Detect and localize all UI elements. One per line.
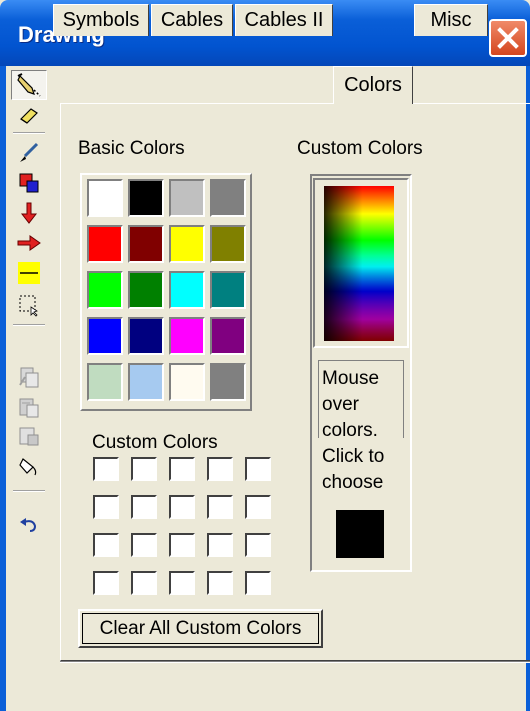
eraser-icon [20,108,38,124]
custom-color-slot[interactable] [245,457,271,481]
color-swap-icon [19,173,39,193]
window-frame-left [0,66,6,711]
tool-eraser[interactable] [11,100,47,130]
tool-line[interactable] [11,258,47,288]
tool-arrow-down[interactable] [11,198,47,228]
custom-color-slot[interactable] [131,495,157,519]
custom-color-slot[interactable] [169,457,195,481]
tool-color-swap[interactable] [11,168,47,198]
tool-arrow-right[interactable] [11,228,47,258]
basic-color-swatch[interactable] [169,179,205,217]
drawing-window: Drawing [0,0,530,711]
tab-label: Cables [160,9,224,31]
basic-color-swatch[interactable] [87,179,123,217]
clear-all-custom-colors-button[interactable]: Clear All Custom Colors [78,609,323,648]
arrow-right-icon [17,235,41,251]
close-icon [497,27,519,49]
custom-color-slot[interactable] [207,533,233,557]
tab-colors[interactable]: Colors [333,66,413,104]
toolbar-separator [13,324,45,326]
tab-label: Colors [344,74,402,96]
pen-icon [20,142,39,162]
basic-color-swatch[interactable] [210,363,246,401]
tab-label: Misc [430,9,472,31]
custom-color-slot[interactable] [245,533,271,557]
tab-cables[interactable]: Cables [151,4,233,36]
tool-page-layout[interactable] [11,422,47,452]
custom-color-slot[interactable] [93,495,119,519]
basic-color-swatch[interactable] [210,225,246,263]
custom-colors-spectrum-label: Custom Colors [297,138,423,159]
custom-color-slot[interactable] [131,571,157,595]
hint-line: choose [322,472,384,493]
tab-label: Cables II [244,9,324,31]
basic-color-swatch[interactable] [128,179,164,217]
custom-color-slot[interactable] [169,495,195,519]
hint-line: Mouse [322,368,380,389]
toolbar-separator [13,132,45,134]
custom-color-slot[interactable] [93,533,119,557]
custom-colors-label: Custom Colors [92,432,218,453]
clear-button-label: Clear All Custom Colors [99,617,302,639]
hint-line: over [322,394,359,415]
basic-color-swatch[interactable] [128,271,164,309]
custom-color-slot[interactable] [169,533,195,557]
custom-color-slot[interactable] [245,495,271,519]
page-layout-icon [19,427,39,446]
basic-color-swatch[interactable] [210,317,246,355]
line-icon [18,262,40,284]
tool-pen[interactable] [11,138,47,168]
paste-drawing-icon [19,398,39,418]
basic-color-swatch[interactable] [169,317,205,355]
color-spectrum[interactable] [324,186,394,341]
tool-palette [11,70,47,710]
basic-colors-label: Basic Colors [78,138,185,159]
tab-label: Symbols [62,9,140,31]
panel-bottom-edge [60,661,530,663]
basic-color-swatch[interactable] [87,271,123,309]
basic-color-swatch[interactable] [128,363,164,401]
basic-color-swatch[interactable] [210,179,246,217]
basic-color-swatch[interactable] [169,271,205,309]
tab-symbols[interactable]: Symbols [53,4,149,36]
custom-color-slot[interactable] [169,571,195,595]
custom-color-slot[interactable] [207,495,233,519]
custom-color-slot[interactable] [93,457,119,481]
tool-pencil-select[interactable] [11,70,47,100]
custom-color-slot[interactable] [93,571,119,595]
basic-colors-grid [80,173,252,411]
custom-color-slot[interactable] [131,457,157,481]
fill-icon [19,458,37,476]
arrow-down-icon [20,202,38,224]
current-color-preview [336,510,384,558]
basic-color-swatch[interactable] [169,225,205,263]
copy-drawing-icon [19,367,39,388]
close-button[interactable] [489,19,527,57]
custom-color-slot[interactable] [245,571,271,595]
custom-color-slot[interactable] [207,457,233,481]
tab-misc[interactable]: Misc [414,4,488,36]
marquee-select-icon [19,295,38,317]
tool-undo[interactable] [11,510,47,540]
hint-line: Click to [322,446,385,467]
basic-color-swatch[interactable] [87,225,123,263]
basic-color-swatch[interactable] [128,317,164,355]
custom-color-slot[interactable] [131,533,157,557]
custom-color-slot[interactable] [207,571,233,595]
hint-line: colors. [322,420,378,441]
basic-color-swatch[interactable] [87,363,123,401]
pencil-select-icon [17,73,41,97]
undo-icon [20,518,37,532]
basic-color-swatch[interactable] [210,271,246,309]
tool-fill[interactable] [11,452,47,482]
tab-cables-ii[interactable]: Cables II [235,4,333,36]
tool-copy-drawing[interactable] [11,362,47,392]
tool-marquee-select[interactable] [11,290,47,320]
basic-color-swatch[interactable] [128,225,164,263]
toolbar-separator [13,490,45,492]
tool-paste-drawing[interactable] [11,392,47,422]
basic-color-swatch[interactable] [87,317,123,355]
basic-color-swatch[interactable] [169,363,205,401]
